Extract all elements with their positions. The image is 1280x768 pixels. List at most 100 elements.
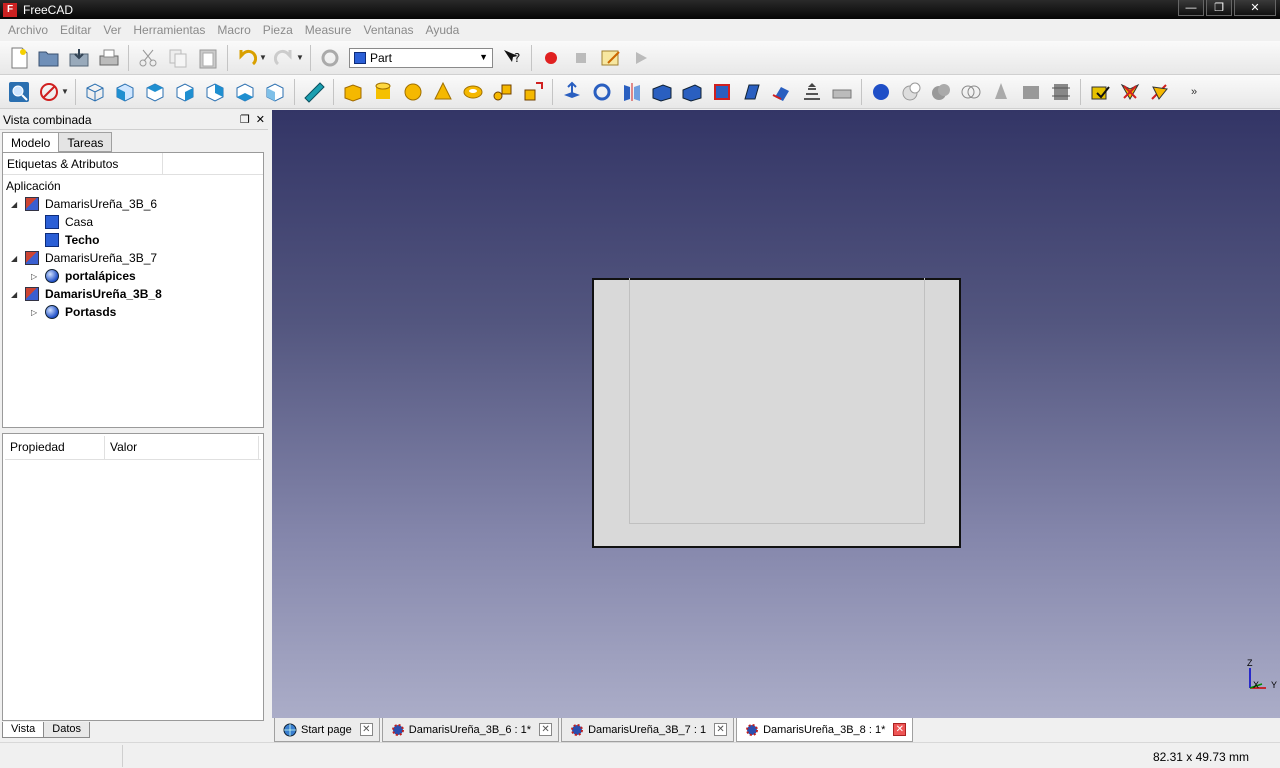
close-panel-icon[interactable]: ✕ (256, 113, 265, 126)
section-button[interactable] (830, 80, 854, 104)
model-shape[interactable] (592, 278, 961, 548)
fuse-button[interactable] (929, 80, 953, 104)
macro-run-button[interactable] (629, 46, 653, 70)
view-front-button[interactable] (113, 80, 137, 104)
boolean-button[interactable] (869, 80, 893, 104)
restore-button[interactable]: ❐ (1206, 0, 1232, 16)
defeaturing-button[interactable] (1118, 80, 1142, 104)
tab-datos[interactable]: Datos (43, 722, 91, 738)
workbench-selector[interactable]: Part ▼ (349, 47, 493, 68)
extrude-button[interactable] (560, 80, 584, 104)
macro-record-button[interactable] (539, 46, 563, 70)
menu-archivo[interactable]: Archivo (2, 23, 54, 37)
menu-macro[interactable]: Macro (211, 23, 256, 37)
expand-toggle-icon[interactable]: ◢ (11, 254, 21, 263)
tree-item-document[interactable]: ◢ DamarisUreña_3B_6 (11, 195, 157, 213)
view-bottom-button[interactable] (233, 80, 257, 104)
tree-item-object[interactable]: ▷ portalápices (31, 267, 136, 285)
tab-modelo[interactable]: Modelo (2, 132, 60, 153)
menu-editar[interactable]: Editar (54, 23, 97, 37)
property-column-header[interactable]: Propiedad (5, 436, 105, 459)
save-button[interactable] (67, 46, 91, 70)
cut-shape-button[interactable] (899, 80, 923, 104)
tree-header-labels[interactable]: Etiquetas & Atributos (3, 153, 163, 174)
mirror-button[interactable] (620, 80, 644, 104)
chamfer-button[interactable] (680, 80, 704, 104)
3d-viewport[interactable]: Z X Y (272, 110, 1280, 718)
view-left-button[interactable] (263, 80, 287, 104)
measure-button[interactable] (302, 80, 326, 104)
draw-style-button[interactable] (37, 80, 61, 104)
print-button[interactable] (97, 46, 121, 70)
value-column-header[interactable]: Valor (105, 436, 259, 459)
ruled-surface-button[interactable] (740, 80, 764, 104)
create-primitives-button[interactable] (491, 80, 515, 104)
fillet-button[interactable] (650, 80, 674, 104)
revolve-button[interactable] (590, 80, 614, 104)
fit-all-button[interactable] (7, 80, 31, 104)
view-axonometric-button[interactable] (83, 80, 107, 104)
view-right-button[interactable] (173, 80, 197, 104)
close-tab-icon[interactable]: ✕ (893, 723, 907, 736)
toolbar-overflow-icon[interactable]: » (1191, 86, 1199, 98)
menu-measure[interactable]: Measure (299, 23, 358, 37)
redo-button[interactable] (272, 46, 296, 70)
refresh-button[interactable] (318, 46, 342, 70)
tab-tareas[interactable]: Tareas (58, 132, 113, 152)
tree-item-document[interactable]: ◢ DamarisUreña_3B_8 (11, 285, 162, 303)
common-button[interactable] (959, 80, 983, 104)
macro-edit-button[interactable] (599, 46, 623, 70)
undo-button[interactable] (235, 46, 259, 70)
projection-button[interactable] (1148, 80, 1172, 104)
sweep-button[interactable] (800, 80, 824, 104)
menu-herramientas[interactable]: Herramientas (127, 23, 211, 37)
tab-start-page[interactable]: Start page ✕ (274, 718, 380, 742)
check-geometry-button[interactable] (1088, 80, 1112, 104)
tab-vista[interactable]: Vista (2, 722, 45, 738)
create-sphere-button[interactable] (401, 80, 425, 104)
view-top-button[interactable] (143, 80, 167, 104)
make-face-button[interactable] (710, 80, 734, 104)
loft-button[interactable] (770, 80, 794, 104)
cut-button[interactable] (136, 46, 160, 70)
create-cone-button[interactable] (431, 80, 455, 104)
new-file-button[interactable] (7, 46, 31, 70)
create-torus-button[interactable] (461, 80, 485, 104)
menu-ver[interactable]: Ver (97, 23, 127, 37)
expand-toggle-icon[interactable]: ▷ (31, 272, 41, 281)
shape-builder-button[interactable] (521, 80, 545, 104)
split-button[interactable] (1019, 80, 1043, 104)
tab-document[interactable]: DamarisUreña_3B_6 : 1* ✕ (381, 718, 560, 742)
whats-this-button[interactable]: ? (500, 46, 524, 70)
join-button[interactable] (989, 80, 1013, 104)
minimize-button[interactable]: — (1178, 0, 1204, 16)
close-tab-icon[interactable]: ✕ (539, 723, 553, 736)
redo-dropdown-icon[interactable]: ▼ (296, 53, 304, 62)
float-panel-icon[interactable]: ❐ (240, 113, 250, 126)
compound-button[interactable] (1049, 80, 1073, 104)
create-box-button[interactable] (341, 80, 365, 104)
close-button[interactable]: ✕ (1234, 0, 1276, 16)
tree-item-document[interactable]: ◢ DamarisUreña_3B_7 (11, 249, 157, 267)
menu-pieza[interactable]: Pieza (257, 23, 299, 37)
copy-button[interactable] (166, 46, 190, 70)
close-tab-icon[interactable]: ✕ (714, 723, 728, 736)
expand-toggle-icon[interactable]: ◢ (11, 290, 21, 299)
view-rear-button[interactable] (203, 80, 227, 104)
macro-stop-button[interactable] (569, 46, 593, 70)
paste-button[interactable] (196, 46, 220, 70)
expand-toggle-icon[interactable]: ◢ (11, 200, 21, 209)
close-tab-icon[interactable]: ✕ (359, 723, 373, 736)
tree-item-object[interactable]: Techo (31, 231, 99, 249)
tree-item-object[interactable]: Casa (31, 213, 93, 231)
undo-dropdown-icon[interactable]: ▼ (259, 53, 267, 62)
expand-toggle-icon[interactable]: ▷ (31, 308, 41, 317)
create-cylinder-button[interactable] (371, 80, 395, 104)
open-file-button[interactable] (37, 46, 61, 70)
tab-document-active[interactable]: DamarisUreña_3B_8 : 1* ✕ (736, 718, 914, 742)
menu-ventanas[interactable]: Ventanas (357, 23, 419, 37)
draw-style-dropdown-icon[interactable]: ▼ (61, 87, 69, 96)
menu-ayuda[interactable]: Ayuda (420, 23, 466, 37)
tree-item-object[interactable]: ▷ Portasds (31, 303, 116, 321)
tab-document[interactable]: DamarisUreña_3B_7 : 1 ✕ (561, 718, 735, 742)
